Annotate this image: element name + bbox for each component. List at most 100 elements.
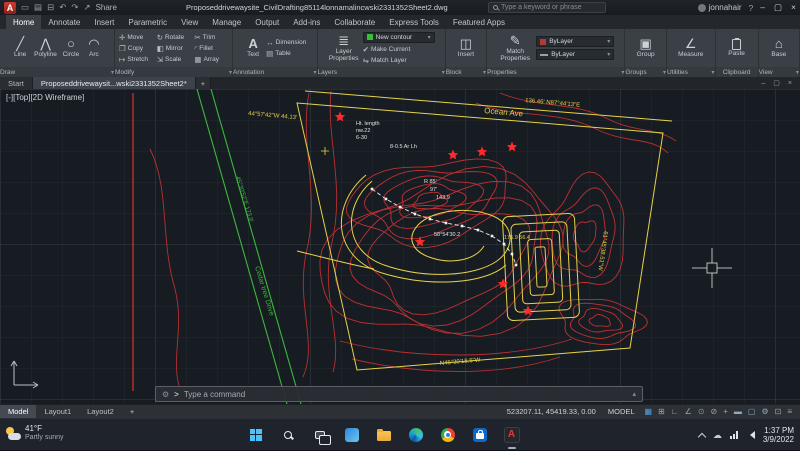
weather-widget[interactable]: 41°F Partly sunny [6,424,64,442]
paste-tool[interactable]: Paste [727,37,747,58]
line-tool[interactable]: ╱ Line [10,37,30,59]
tab-active-drawing[interactable]: Proposeddrivewaysit...wski2331352Sheet2* [32,77,196,89]
autocad-taskbar-button[interactable]: A [500,423,523,449]
taskbar-search-button[interactable] [276,423,299,446]
autocad-logo-icon[interactable]: A [4,1,16,14]
tab-home[interactable]: Home [6,15,42,29]
tab-express-tools[interactable]: Express Tools [382,15,446,29]
scale-tool[interactable]: ⇲ Scale [157,55,191,64]
volume-icon[interactable] [746,431,755,439]
model-tab[interactable]: Model [0,405,37,418]
user-account[interactable]: jonnahair [697,3,742,12]
rotate-tool[interactable]: ↻ Rotate [157,33,191,42]
layout2-tab[interactable]: Layout2 [79,405,122,418]
doc-restore-button[interactable]: ▢ [773,79,780,87]
panel-label-utilities[interactable]: Utilities ▾ [666,67,715,77]
task-view-button[interactable] [308,423,331,446]
dynamic-input-icon[interactable]: + [723,407,728,416]
layer-dropdown[interactable]: New contour ▾ [362,31,435,43]
move-tool[interactable]: ✛ Move [119,33,153,42]
customization-menu-icon[interactable]: ≡ [787,407,792,416]
redo-icon[interactable]: ↷ [71,2,78,13]
measure-tool[interactable]: ∠ Measure [677,37,704,59]
workspace-gear-icon[interactable]: ⚙ [761,407,768,416]
stretch-tool[interactable]: ↦ Stretch [119,55,153,64]
layout1-tab[interactable]: Layout1 [36,405,79,418]
tray-expand-icon[interactable] [697,432,707,441]
tab-addins[interactable]: Add-ins [286,15,327,29]
make-current-tool[interactable]: ✔ Make Current [363,45,435,54]
network-signal-icon[interactable] [729,431,738,439]
insert-tool[interactable]: ◫ Insert [456,37,476,59]
new-drawing-button[interactable]: + [195,77,212,89]
snap-tracking-icon[interactable]: ⊘ [711,407,718,416]
ortho-icon[interactable]: ∟ [671,407,679,416]
onedrive-cloud-icon[interactable]: ☁ [713,430,722,441]
save-icon[interactable]: ⊟ [47,2,54,13]
table-tool[interactable]: ▤ Table [266,49,306,58]
panel-label-modify[interactable]: Modify ▾ [115,67,232,77]
tab-output[interactable]: Output [248,15,286,29]
tab-parametric[interactable]: Parametric [121,15,174,29]
panel-label-layers[interactable]: Layers ▾ [317,67,445,77]
command-history-icon[interactable]: ▴ [632,390,636,398]
add-layout-button[interactable]: + [122,405,142,418]
yellow-driveway-loop[interactable] [340,174,511,283]
fillet-tool[interactable]: ◜ Fillet [194,44,228,53]
new-file-icon[interactable]: ▭ [21,2,29,13]
tab-start[interactable]: Start [0,77,33,89]
lineweight-icon[interactable]: ▬ [734,407,742,416]
object-color-dropdown[interactable]: ByLayer ▾ [536,36,615,47]
polar-tracking-icon[interactable]: ∠ [685,407,692,416]
tab-collaborate[interactable]: Collaborate [327,15,382,29]
clean-screen-icon[interactable]: ⊡ [775,407,782,416]
command-line[interactable]: ⚙ > Type a command ▴ [155,386,643,402]
widgets-button[interactable] [340,423,363,446]
arc-tool[interactable]: ◠ Arc [84,37,104,59]
clock[interactable]: 1:37 PM 3/9/2022 [763,426,794,445]
snap-icon[interactable]: ⊞ [658,407,665,416]
file-explorer-button[interactable] [372,423,395,446]
trim-tool[interactable]: ✂ Trim [194,33,228,42]
viewport-controls-label[interactable]: [-][Top][2D Wireframe] [6,93,84,102]
tab-featured-apps[interactable]: Featured Apps [446,15,512,29]
panel-label-view[interactable]: View ▾ [758,67,799,77]
panel-label-draw[interactable]: Draw ▾ [0,67,115,77]
layer-properties-tool[interactable]: ≣ Layer Properties [328,34,360,62]
start-button[interactable] [244,423,267,446]
array-tool[interactable]: ▦ Array [194,55,228,64]
store-button[interactable] [468,423,491,446]
grid-icon[interactable]: ▦ [645,407,653,416]
green-road-lines[interactable] [196,89,302,404]
minimize-button[interactable]: – [760,2,765,13]
share-icon[interactable]: ↗ [83,2,90,13]
doc-close-button[interactable]: × [788,80,792,87]
open-file-icon[interactable]: ▤ [34,2,42,13]
yellow-boundary[interactable] [296,90,673,371]
tab-view[interactable]: View [174,15,205,29]
doc-minimize-button[interactable]: – [761,80,765,87]
panel-label-groups[interactable]: Groups ▾ [625,67,666,77]
base-view-tool[interactable]: ⌂ Base [769,37,789,59]
chrome-button[interactable] [436,423,459,446]
panel-label-properties[interactable]: Properties ▾ [487,67,625,77]
star-markers[interactable] [334,111,534,316]
mirror-tool[interactable]: ◧ Mirror [157,44,191,53]
help-icon[interactable]: ? [749,3,754,13]
close-button[interactable]: × [791,2,796,13]
group-tool[interactable]: ▣ Group [636,37,656,59]
panel-label-block[interactable]: Block ▾ [445,67,487,77]
text-tool[interactable]: A Text [243,37,263,59]
share-label[interactable]: Share [96,3,117,12]
lineweight-dropdown[interactable]: ByLayer ▾ [536,49,615,60]
tab-insert[interactable]: Insert [87,15,121,29]
copy-tool[interactable]: ❐ Copy [119,44,153,53]
command-input-placeholder[interactable]: Type a command [184,390,245,399]
search-box[interactable]: Type a keyword or phrase [488,2,606,13]
match-properties-tool[interactable]: ✎ Match Properties [497,34,533,62]
circle-tool[interactable]: ○ Circle [61,37,81,59]
customize-icon[interactable]: ⚙ [162,390,169,399]
panel-label-annotation[interactable]: Annotation ▾ [233,67,317,77]
model-space-indicator[interactable]: MODEL [602,405,641,418]
tab-manage[interactable]: Manage [205,15,248,29]
